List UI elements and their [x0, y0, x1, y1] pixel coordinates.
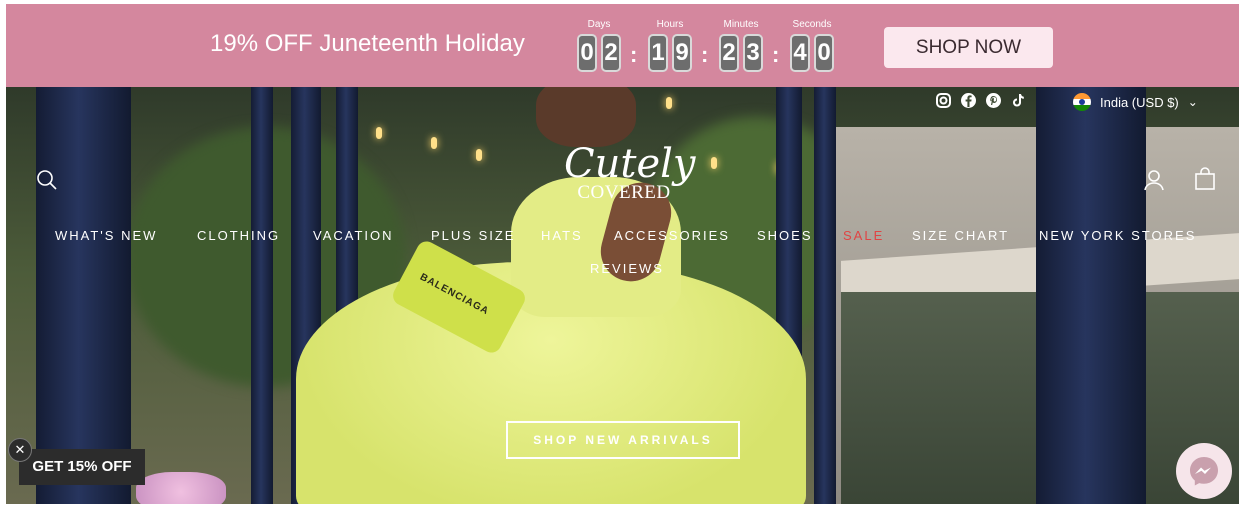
- facebook-icon[interactable]: [960, 92, 977, 109]
- shop-now-button[interactable]: SHOP NOW: [884, 27, 1053, 68]
- close-icon[interactable]: ✕: [8, 438, 32, 462]
- india-flag-icon: [1073, 93, 1091, 111]
- pinterest-icon[interactable]: [985, 92, 1002, 109]
- countdown-digit: 2: [719, 34, 739, 72]
- countdown-digit: 0: [577, 34, 597, 72]
- main-nav: WHAT'S NEW CLOTHING VACATION PLUS SIZE H…: [6, 228, 1239, 276]
- countdown-separator: :: [701, 42, 709, 67]
- nav-shoes[interactable]: SHOES: [757, 228, 813, 243]
- nav-hats[interactable]: HATS: [541, 228, 583, 243]
- nav-clothing[interactable]: CLOTHING: [197, 228, 280, 243]
- social-links: [935, 92, 1027, 109]
- string-light: [711, 157, 717, 169]
- string-light: [666, 97, 672, 109]
- announcement-bar: 19% OFF Juneteenth Holiday Days 0 2 : Ho…: [6, 4, 1239, 87]
- countdown-separator: :: [630, 42, 638, 67]
- countdown-seconds: Seconds 4 0: [782, 18, 842, 72]
- countdown-seconds-label: Seconds: [792, 19, 832, 30]
- chevron-down-icon: ⌄: [1187, 95, 1198, 109]
- country-selector[interactable]: India (USD $) ⌄: [1073, 93, 1198, 111]
- logo-sub: COVERED: [577, 182, 671, 203]
- countdown-digit: 1: [648, 34, 668, 72]
- nav-sale[interactable]: SALE: [843, 228, 884, 243]
- search-icon[interactable]: [36, 169, 58, 196]
- page-frame: 19% OFF Juneteenth Holiday Days 0 2 : Ho…: [6, 4, 1239, 504]
- pillar: [36, 87, 131, 504]
- countdown-minutes: Minutes 2 3: [711, 18, 771, 72]
- countdown-digit: 0: [814, 34, 834, 72]
- nav-whats-new[interactable]: WHAT'S NEW: [55, 228, 157, 243]
- model-head: [536, 87, 636, 147]
- nav-vacation[interactable]: VACATION: [313, 228, 394, 243]
- countdown-digit: 9: [672, 34, 692, 72]
- string-light: [476, 149, 482, 161]
- flowers: [136, 472, 226, 504]
- string-light: [376, 127, 382, 139]
- nav-accessories[interactable]: ACCESSORIES: [614, 228, 730, 243]
- countdown-separator: :: [772, 42, 780, 67]
- logo-script: Cutely: [564, 141, 696, 187]
- messenger-chat-button[interactable]: [1176, 443, 1232, 499]
- string-light: [431, 137, 437, 149]
- cart-icon[interactable]: [1194, 167, 1216, 196]
- nav-size-chart[interactable]: SIZE CHART: [912, 228, 1009, 243]
- pillar: [1036, 87, 1146, 504]
- countdown-digit: 4: [790, 34, 810, 72]
- discount-popup-button[interactable]: GET 15% OFF: [19, 449, 145, 485]
- country-label: India (USD $): [1100, 94, 1179, 110]
- promo-text: 19% OFF Juneteenth Holiday: [210, 30, 525, 57]
- account-icon[interactable]: [1143, 169, 1165, 196]
- nav-new-york-stores[interactable]: NEW YORK STORES: [1039, 228, 1196, 243]
- pillar: [814, 87, 836, 504]
- countdown-hours: Hours 1 9: [640, 18, 700, 72]
- countdown-digit: 2: [601, 34, 621, 72]
- shop-new-arrivals-button[interactable]: SHOP NEW ARRIVALS: [506, 421, 740, 459]
- countdown-days-label: Days: [587, 19, 611, 30]
- nav-reviews[interactable]: REVIEWS: [590, 261, 664, 276]
- nav-plus-size[interactable]: PLUS SIZE: [431, 228, 515, 243]
- instagram-icon[interactable]: [935, 92, 952, 109]
- countdown-digit: 3: [743, 34, 763, 72]
- pillar: [251, 87, 273, 504]
- site-logo[interactable]: Cutely COVERED: [564, 141, 696, 224]
- countdown-minutes-label: Minutes: [723, 19, 759, 30]
- countdown-days: Days 0 2: [569, 18, 629, 72]
- tiktok-icon[interactable]: [1010, 92, 1027, 109]
- countdown-hours-label: Hours: [656, 19, 684, 30]
- messenger-icon: [1190, 457, 1218, 486]
